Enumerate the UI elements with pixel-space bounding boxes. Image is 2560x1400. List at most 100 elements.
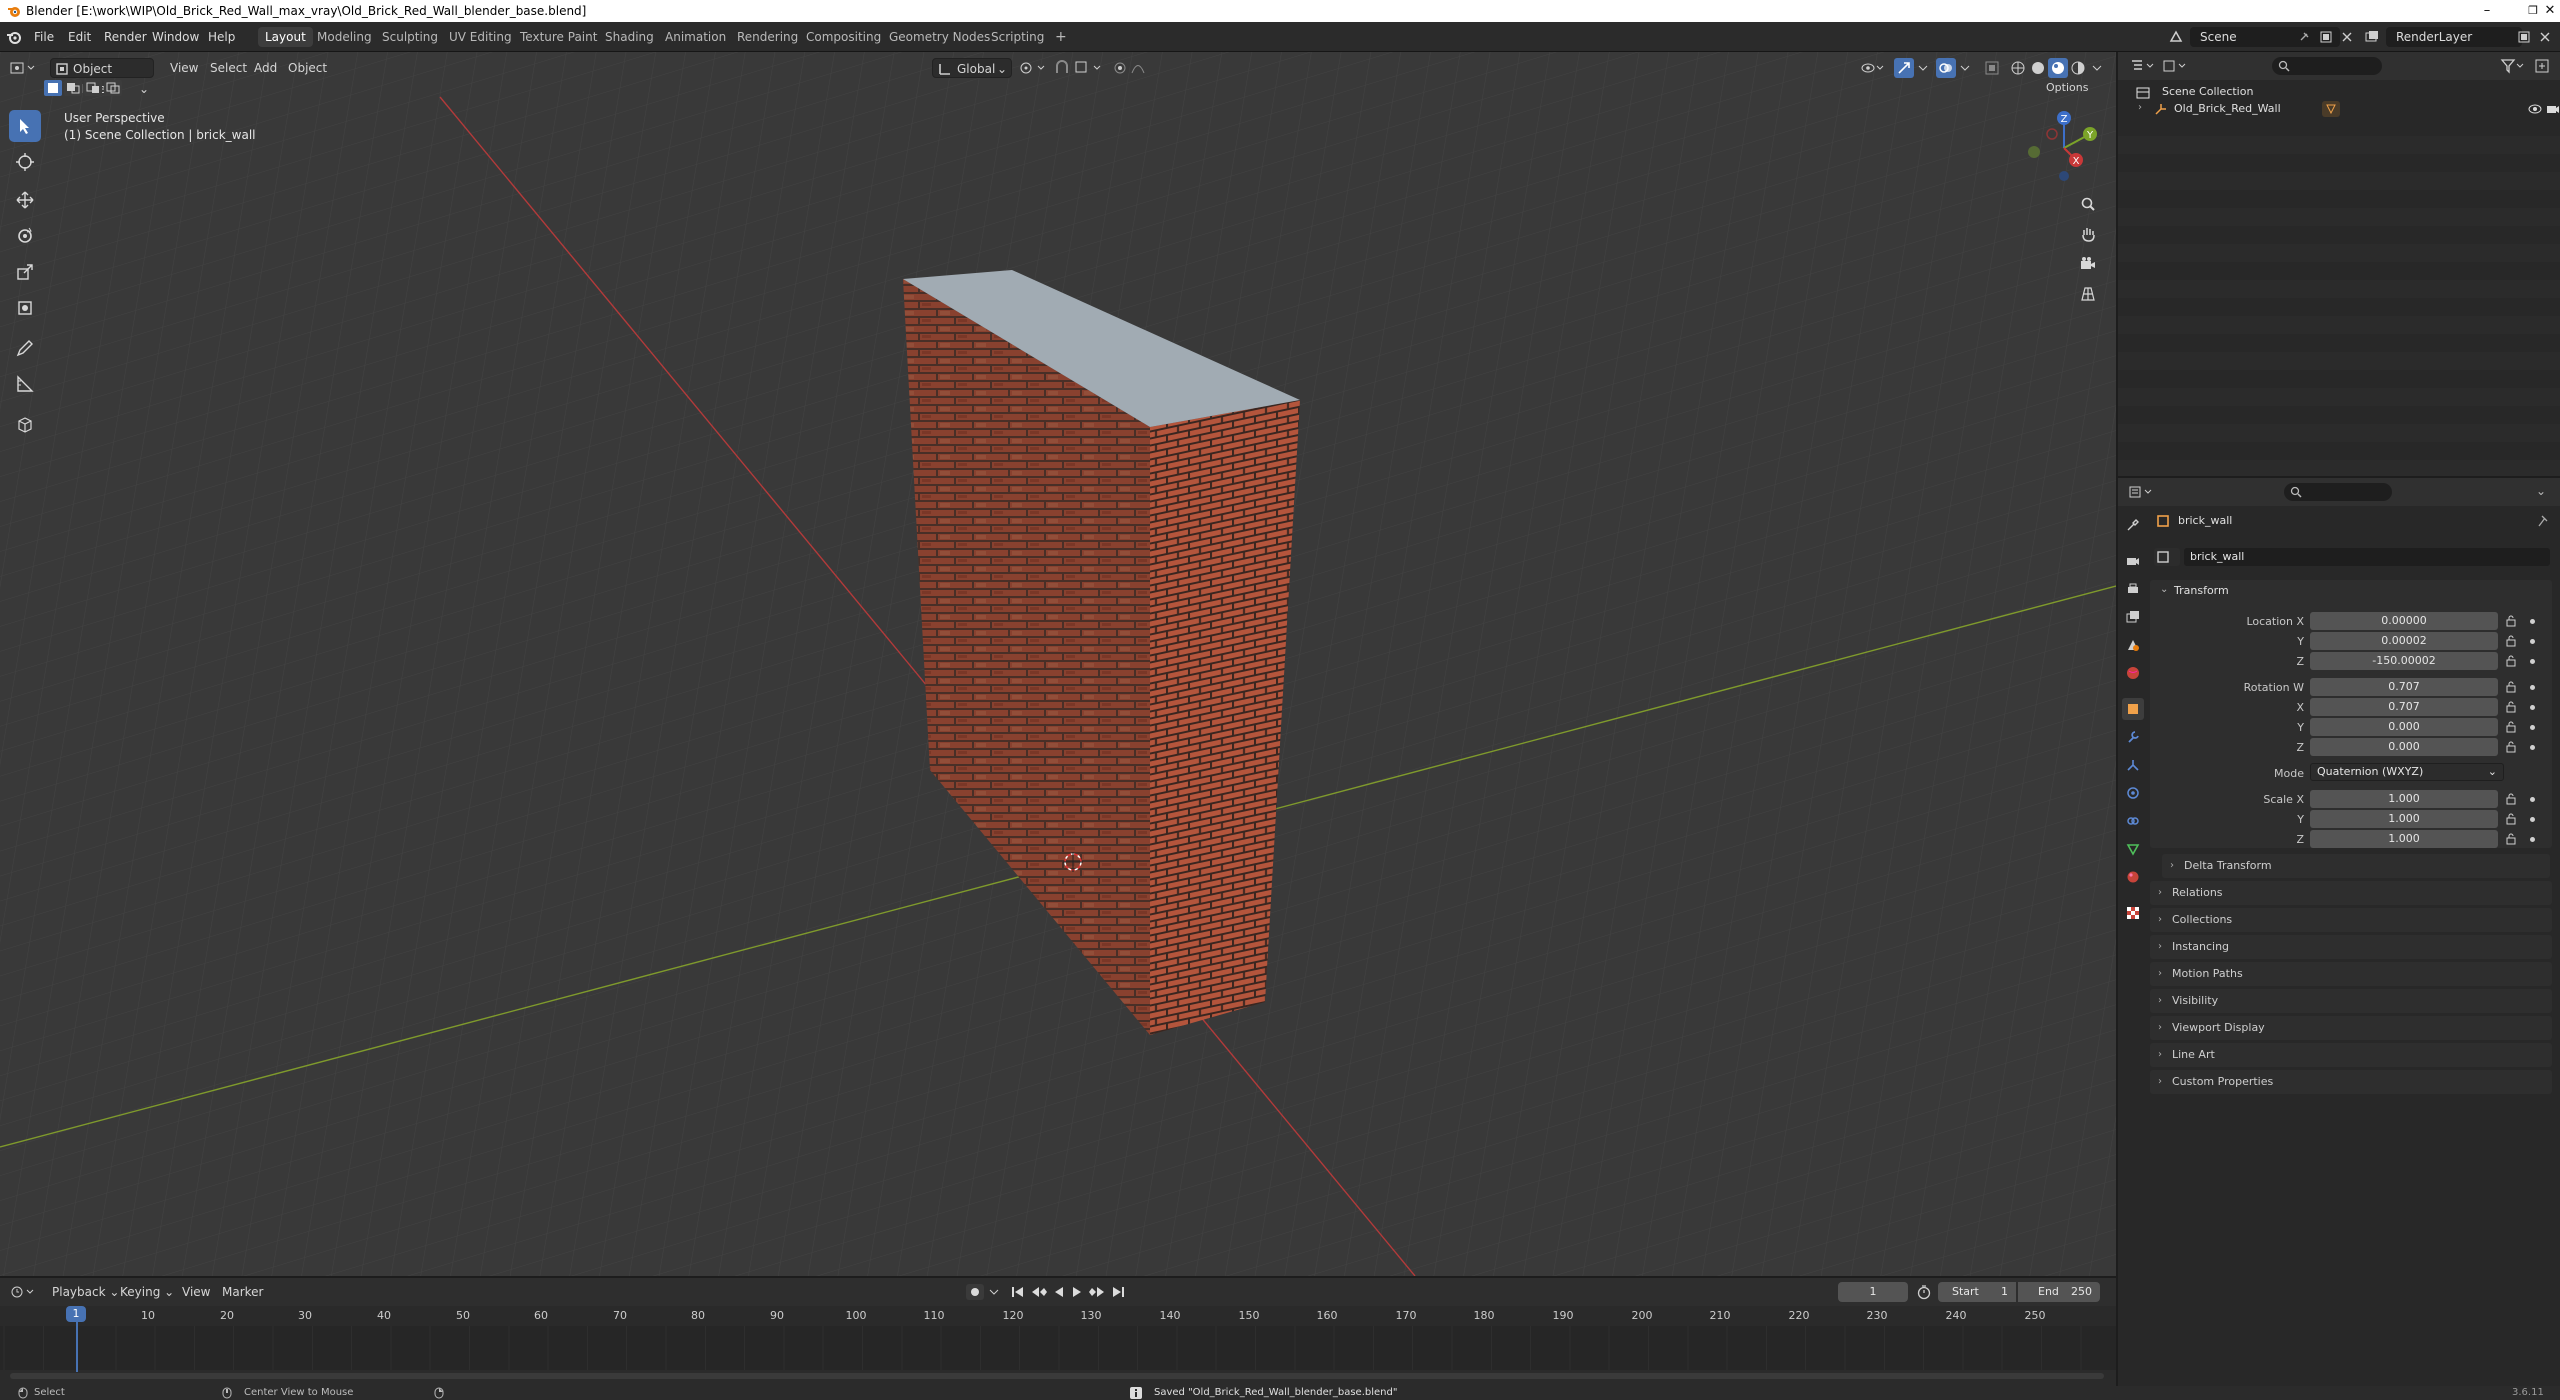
- play-reverse-icon[interactable]: [1052, 1285, 1066, 1299]
- menu-timeline-view[interactable]: View: [176, 1282, 216, 1302]
- location-x-field[interactable]: 0.00000: [2310, 612, 2498, 630]
- keyframe-dot-icon[interactable]: [2530, 745, 2535, 750]
- rotate-tool[interactable]: [9, 220, 41, 252]
- tab-layout[interactable]: Layout: [258, 27, 313, 47]
- 3d-viewport[interactable]: Object Mode ⌄ View Select Add Object Glo…: [0, 52, 2116, 1276]
- falloff-icon[interactable]: [1130, 60, 1146, 76]
- visibility-filter-icon[interactable]: [1860, 60, 1886, 76]
- menu-window[interactable]: Window: [148, 28, 203, 46]
- play-icon[interactable]: [1070, 1285, 1084, 1299]
- tab-modeling[interactable]: Modeling: [310, 27, 379, 47]
- camera-render-icon[interactable]: [2546, 102, 2560, 116]
- tab-uv-editing[interactable]: UV Editing: [442, 27, 519, 47]
- tab-view-layer[interactable]: [2122, 606, 2144, 628]
- tab-geometry-nodes[interactable]: Geometry Nodes: [882, 27, 997, 47]
- object-name-field[interactable]: brick_wall: [2184, 548, 2550, 566]
- keyframe-dot-icon[interactable]: [2530, 659, 2535, 664]
- location-y-field[interactable]: 0.00002: [2310, 632, 2498, 650]
- rotation-z-field[interactable]: 0.000: [2310, 738, 2498, 756]
- outliner-row[interactable]: › Old_Brick_Red_Wall: [2134, 100, 2560, 118]
- menu-object[interactable]: Object: [282, 58, 333, 78]
- chevron-down-icon[interactable]: ⌄: [2536, 484, 2546, 498]
- camera-view-button[interactable]: [2074, 250, 2102, 278]
- end-frame-field[interactable]: End 250: [2018, 1282, 2100, 1302]
- delete-scene-icon[interactable]: [2340, 30, 2354, 44]
- keyframe-dot-icon[interactable]: [2530, 639, 2535, 644]
- menu-add[interactable]: Add: [248, 58, 283, 78]
- select-new-icon[interactable]: [44, 80, 62, 96]
- scale-z-field[interactable]: 1.000: [2310, 830, 2498, 848]
- lock-icon[interactable]: [2504, 614, 2518, 628]
- menu-file[interactable]: File: [30, 28, 58, 46]
- annotate-tool[interactable]: [9, 332, 41, 364]
- timeline-scrollbar[interactable]: [10, 1373, 2104, 1379]
- add-workspace-button[interactable]: +: [1048, 27, 1074, 47]
- stopwatch-icon[interactable]: [1916, 1284, 1932, 1300]
- menu-keying[interactable]: Keying ⌄: [114, 1282, 180, 1302]
- select-intersect-icon[interactable]: [104, 80, 122, 96]
- panel-viewport-display[interactable]: › Viewport Display: [2150, 1016, 2552, 1040]
- timeline-track-area[interactable]: [0, 1326, 2116, 1370]
- measure-tool[interactable]: [9, 368, 41, 400]
- display-mode-icon[interactable]: [2162, 58, 2188, 74]
- overlay-toggle-icon[interactable]: [1936, 58, 1956, 78]
- scene-collection-label[interactable]: Scene Collection: [2162, 85, 2253, 98]
- tab-particles[interactable]: [2122, 754, 2144, 776]
- jump-start-icon[interactable]: [1010, 1285, 1026, 1299]
- panel-visibility[interactable]: › Visibility: [2150, 989, 2552, 1013]
- record-icon[interactable]: [966, 1284, 984, 1300]
- lock-icon[interactable]: [2504, 720, 2518, 734]
- pin-icon[interactable]: [2536, 514, 2548, 528]
- menu-edit[interactable]: Edit: [64, 28, 95, 46]
- mesh-data-icon[interactable]: [2322, 101, 2340, 117]
- tab-world[interactable]: [2122, 662, 2144, 684]
- tab-compositing[interactable]: Compositing: [799, 27, 888, 47]
- scale-y-field[interactable]: 1.000: [2310, 810, 2498, 828]
- tab-texture[interactable]: [2122, 902, 2144, 924]
- start-frame-field[interactable]: Start 1: [1938, 1282, 2016, 1302]
- lock-icon[interactable]: [2504, 634, 2518, 648]
- transform-tool[interactable]: [9, 292, 41, 324]
- keyframe-dot-icon[interactable]: [2530, 817, 2535, 822]
- tab-tool[interactable]: [2122, 514, 2144, 536]
- lock-icon[interactable]: [2504, 740, 2518, 754]
- lock-icon[interactable]: [2504, 792, 2518, 806]
- tab-shading[interactable]: Shading: [598, 27, 661, 47]
- select-subtract-icon[interactable]: [84, 80, 102, 96]
- new-scene-icon[interactable]: [2318, 29, 2334, 45]
- transform-title[interactable]: Transform: [2174, 584, 2229, 597]
- menu-marker[interactable]: Marker: [216, 1282, 269, 1302]
- gizmo-toggle-icon[interactable]: [1894, 58, 1914, 78]
- tab-rendering[interactable]: Rendering: [730, 27, 805, 47]
- jump-keyframe-forward-icon[interactable]: [1088, 1285, 1106, 1299]
- keyframe-dot-icon[interactable]: [2530, 837, 2535, 842]
- new-collection-icon[interactable]: [2534, 58, 2550, 74]
- blender-menu-icon[interactable]: [6, 29, 22, 45]
- minimize-button[interactable]: –: [2464, 0, 2510, 22]
- tab-output[interactable]: [2122, 578, 2144, 600]
- tab-object[interactable]: [2122, 698, 2144, 720]
- tab-material[interactable]: [2122, 866, 2144, 888]
- lock-icon[interactable]: [2504, 700, 2518, 714]
- location-z-field[interactable]: -150.00002: [2310, 652, 2498, 670]
- filter-icon[interactable]: [2500, 58, 2524, 74]
- properties-editor-icon[interactable]: [2128, 484, 2154, 500]
- tab-modifiers[interactable]: [2122, 726, 2144, 748]
- navigation-gizmo[interactable]: Z Y X: [2020, 110, 2100, 186]
- scale-tool[interactable]: [9, 256, 41, 288]
- panel-relations[interactable]: › Relations: [2150, 881, 2552, 905]
- overlay-dropdown-icon[interactable]: [1958, 60, 1972, 76]
- new-layer-icon[interactable]: [2516, 29, 2532, 45]
- rotation-mode-dropdown[interactable]: Quaternion (WXYZ) ⌄: [2310, 763, 2504, 781]
- menu-select[interactable]: Select: [204, 58, 253, 78]
- panel-collections[interactable]: › Collections: [2150, 908, 2552, 932]
- tab-sculpting[interactable]: Sculpting: [375, 27, 445, 47]
- rotation-w-field[interactable]: 0.707: [2310, 678, 2498, 696]
- keyframe-dot-icon[interactable]: [2530, 725, 2535, 730]
- shading-dropdown-icon[interactable]: [2090, 60, 2104, 76]
- playhead-indicator[interactable]: 1: [66, 1306, 86, 1322]
- dropdown-arrow-icon[interactable]: [988, 1286, 1000, 1298]
- tab-animation[interactable]: Animation: [658, 27, 733, 47]
- menu-view[interactable]: View: [164, 58, 204, 78]
- eye-icon[interactable]: [2528, 102, 2542, 116]
